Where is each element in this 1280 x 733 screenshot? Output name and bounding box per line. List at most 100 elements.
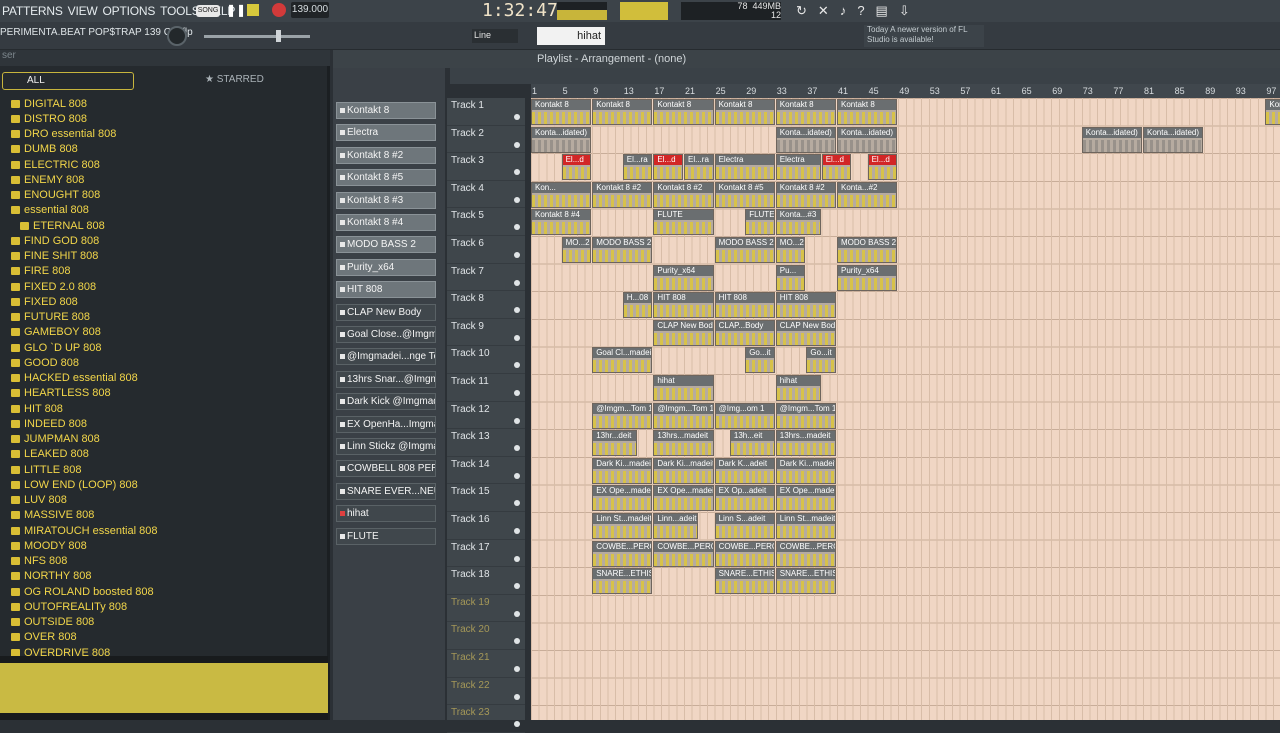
browser-item[interactable]: FINE SHIT 808	[0, 249, 320, 264]
pattern-clip[interactable]: SNARE...ETHIS1	[714, 568, 775, 595]
track-mute-led[interactable]	[514, 390, 520, 396]
track-header[interactable]: Track 19	[447, 595, 525, 623]
track-mute-led[interactable]	[514, 307, 520, 314]
pattern-clip[interactable]: Kontakt 8	[531, 99, 592, 125]
pattern-clip[interactable]: EX Ope...madeit	[592, 485, 653, 512]
pattern-clip[interactable]: SNARE...ETHIS1	[775, 568, 836, 595]
pattern-clip[interactable]: Konta...#2	[837, 181, 898, 208]
browser-item[interactable]: NORTHY 808	[0, 569, 320, 584]
track-mute-led[interactable]	[514, 279, 520, 286]
pattern-clip[interactable]: El...ra	[622, 154, 653, 181]
pattern-clip[interactable]: CLAP New Body	[653, 319, 714, 346]
pattern-clip[interactable]: Dark Ki...madeit	[775, 457, 836, 484]
browser-item[interactable]: HACKED essential 808	[0, 371, 320, 386]
track-header[interactable]: Track 14	[447, 457, 525, 485]
browser-item[interactable]: essential 808	[0, 203, 320, 218]
channel-button[interactable]: Linn Stickz @Imgmadeit	[336, 438, 436, 455]
pattern-clip[interactable]: Konta...idated)	[775, 126, 836, 153]
pattern-clip[interactable]: Electra	[775, 154, 821, 181]
tab-starred[interactable]: ★ STARRED	[205, 74, 264, 85]
browser-item[interactable]: OUTSIDE 808	[0, 615, 320, 630]
pattern-clip[interactable]: Electra	[714, 154, 775, 181]
track-mute-led[interactable]	[514, 224, 520, 231]
pattern-clip[interactable]: hihat	[775, 375, 821, 401]
track-mute-led[interactable]	[514, 610, 520, 617]
channel-button[interactable]: Kontakt 8 #2	[336, 146, 436, 164]
channel-button[interactable]: HIT 808	[336, 281, 436, 299]
track-mute-led[interactable]	[514, 528, 520, 534]
pause-button[interactable]: ❚❚	[226, 3, 246, 19]
mic-icon[interactable]: ♪	[840, 3, 858, 18]
pattern-clip[interactable]: Konta...#3	[775, 209, 821, 236]
track-mute-led[interactable]	[514, 583, 520, 590]
browser-item[interactable]: GAMEBOY 808	[0, 325, 320, 340]
track-mute-led[interactable]	[514, 141, 520, 148]
browser-item[interactable]: DRO essential 808	[0, 127, 320, 142]
pattern-clip[interactable]: 13hr...deit	[592, 430, 638, 457]
browser-item[interactable]: DUMB 808	[0, 142, 320, 157]
channel-button[interactable]: Electra	[336, 124, 436, 142]
track-header[interactable]: Track 5	[447, 208, 525, 236]
pattern-clip[interactable]: EX Ope...madeit	[653, 485, 714, 512]
menu-options[interactable]: OPTIONS	[103, 4, 156, 18]
track-header[interactable]: Track 21	[447, 650, 525, 678]
pattern-clip[interactable]: Kontakt 8	[1265, 99, 1280, 125]
pattern-clip[interactable]: Go...it	[806, 347, 836, 374]
pattern-clip[interactable]: FLUTE	[653, 209, 714, 236]
pattern-clip[interactable]: MODO BASS 2	[837, 237, 898, 263]
pattern-clip[interactable]: Konta...idated)	[1081, 126, 1142, 153]
track-mute-led[interactable]	[514, 417, 520, 424]
browser-item[interactable]: ENEMY 808	[0, 172, 320, 187]
track-mute-led[interactable]	[514, 252, 520, 258]
track-mute-led[interactable]	[514, 693, 520, 700]
timeline-ruler[interactable]: 1 5 9 13 17 21 25 29 33 37 41 45 49 53 57 61 65 69 73 77 81 8…	[531, 84, 1280, 98]
browser-item[interactable]: LEAKED 808	[0, 447, 320, 462]
master-pitch-slider[interactable]	[204, 35, 310, 38]
track-header[interactable]: Track 11	[447, 374, 525, 402]
pattern-clip[interactable]: 13h...eit	[729, 430, 775, 457]
track-header[interactable]: Track 12	[447, 402, 525, 430]
undo-icon[interactable]: ↻	[796, 3, 818, 18]
pattern-clip[interactable]: Konta...idated)	[1143, 126, 1204, 153]
channel-button[interactable]: Goal Close..@Imgmadeit	[336, 326, 436, 343]
channel-button[interactable]: SNARE EVER...NEUSETHIS1	[336, 482, 436, 500]
browser-item[interactable]: DISTRO 808	[0, 111, 320, 126]
track-mute-led[interactable]	[514, 721, 520, 728]
menu-patterns[interactable]: PATTERNS	[2, 4, 63, 18]
browser-item[interactable]: MOODY 808	[0, 538, 320, 553]
track-mute-led[interactable]	[514, 334, 520, 341]
track-header[interactable]: Track 20	[447, 622, 525, 650]
help-icon[interactable]: ?	[857, 3, 875, 18]
pattern-clip[interactable]: Linn...adeit	[653, 513, 699, 539]
pattern-clip[interactable]: Linn S...adeit	[714, 513, 775, 539]
pattern-clip[interactable]: Dark K...adeit	[714, 457, 775, 484]
browser-item[interactable]: LITTLE 808	[0, 462, 320, 477]
pattern-clip[interactable]: El...d	[653, 154, 683, 181]
pattern-clip[interactable]: @Imgm...Tom 1	[592, 402, 653, 429]
pattern-clip[interactable]: Kon...	[531, 181, 592, 208]
news-panel[interactable]: Today A newer version of FL Studio is av…	[864, 25, 984, 47]
channel-button[interactable]: Kontakt 8 #4	[336, 214, 436, 231]
browser-item[interactable]: OVER 808	[0, 630, 320, 645]
pattern-clip[interactable]: CLAP...Body	[714, 319, 775, 346]
slider-handle[interactable]	[276, 30, 281, 42]
channel-button[interactable]: Purity_x64	[336, 258, 436, 276]
browser-item[interactable]: LUV 808	[0, 493, 320, 508]
pattern-clip[interactable]: 13hrs...madeit	[653, 430, 714, 457]
browser-item[interactable]: OUTOFREALITy 808	[0, 599, 320, 614]
browser-item[interactable]: ELECTRIC 808	[0, 157, 320, 172]
browser-item[interactable]: HEARTLESS 808	[0, 386, 320, 401]
track-mute-led[interactable]	[514, 169, 520, 176]
channel-button[interactable]: EX OpenHa...Imgmadeit	[336, 415, 436, 433]
pattern-selector[interactable]: hihat	[537, 27, 605, 45]
pattern-clip[interactable]: Kontakt 8 #5	[714, 181, 775, 208]
pattern-clip[interactable]: Kontakt 8	[592, 99, 653, 125]
pattern-clip[interactable]: El...ra	[684, 154, 714, 181]
arrangement-grid[interactable]: Kontakt 8 Kontakt 8 Kontakt 8 Kontakt 8 Kont…	[531, 98, 1280, 720]
pattern-clip[interactable]: Kontakt 8	[714, 99, 775, 125]
pattern-clip[interactable]: MODO BASS 2	[592, 237, 653, 263]
song-mode-toggle[interactable]: SONG	[196, 5, 220, 17]
track-header[interactable]: Track 9	[447, 319, 525, 347]
pattern-clip[interactable]: HIT 808	[775, 292, 836, 319]
pattern-clip[interactable]: SNARE...ETHIS1	[592, 568, 653, 595]
